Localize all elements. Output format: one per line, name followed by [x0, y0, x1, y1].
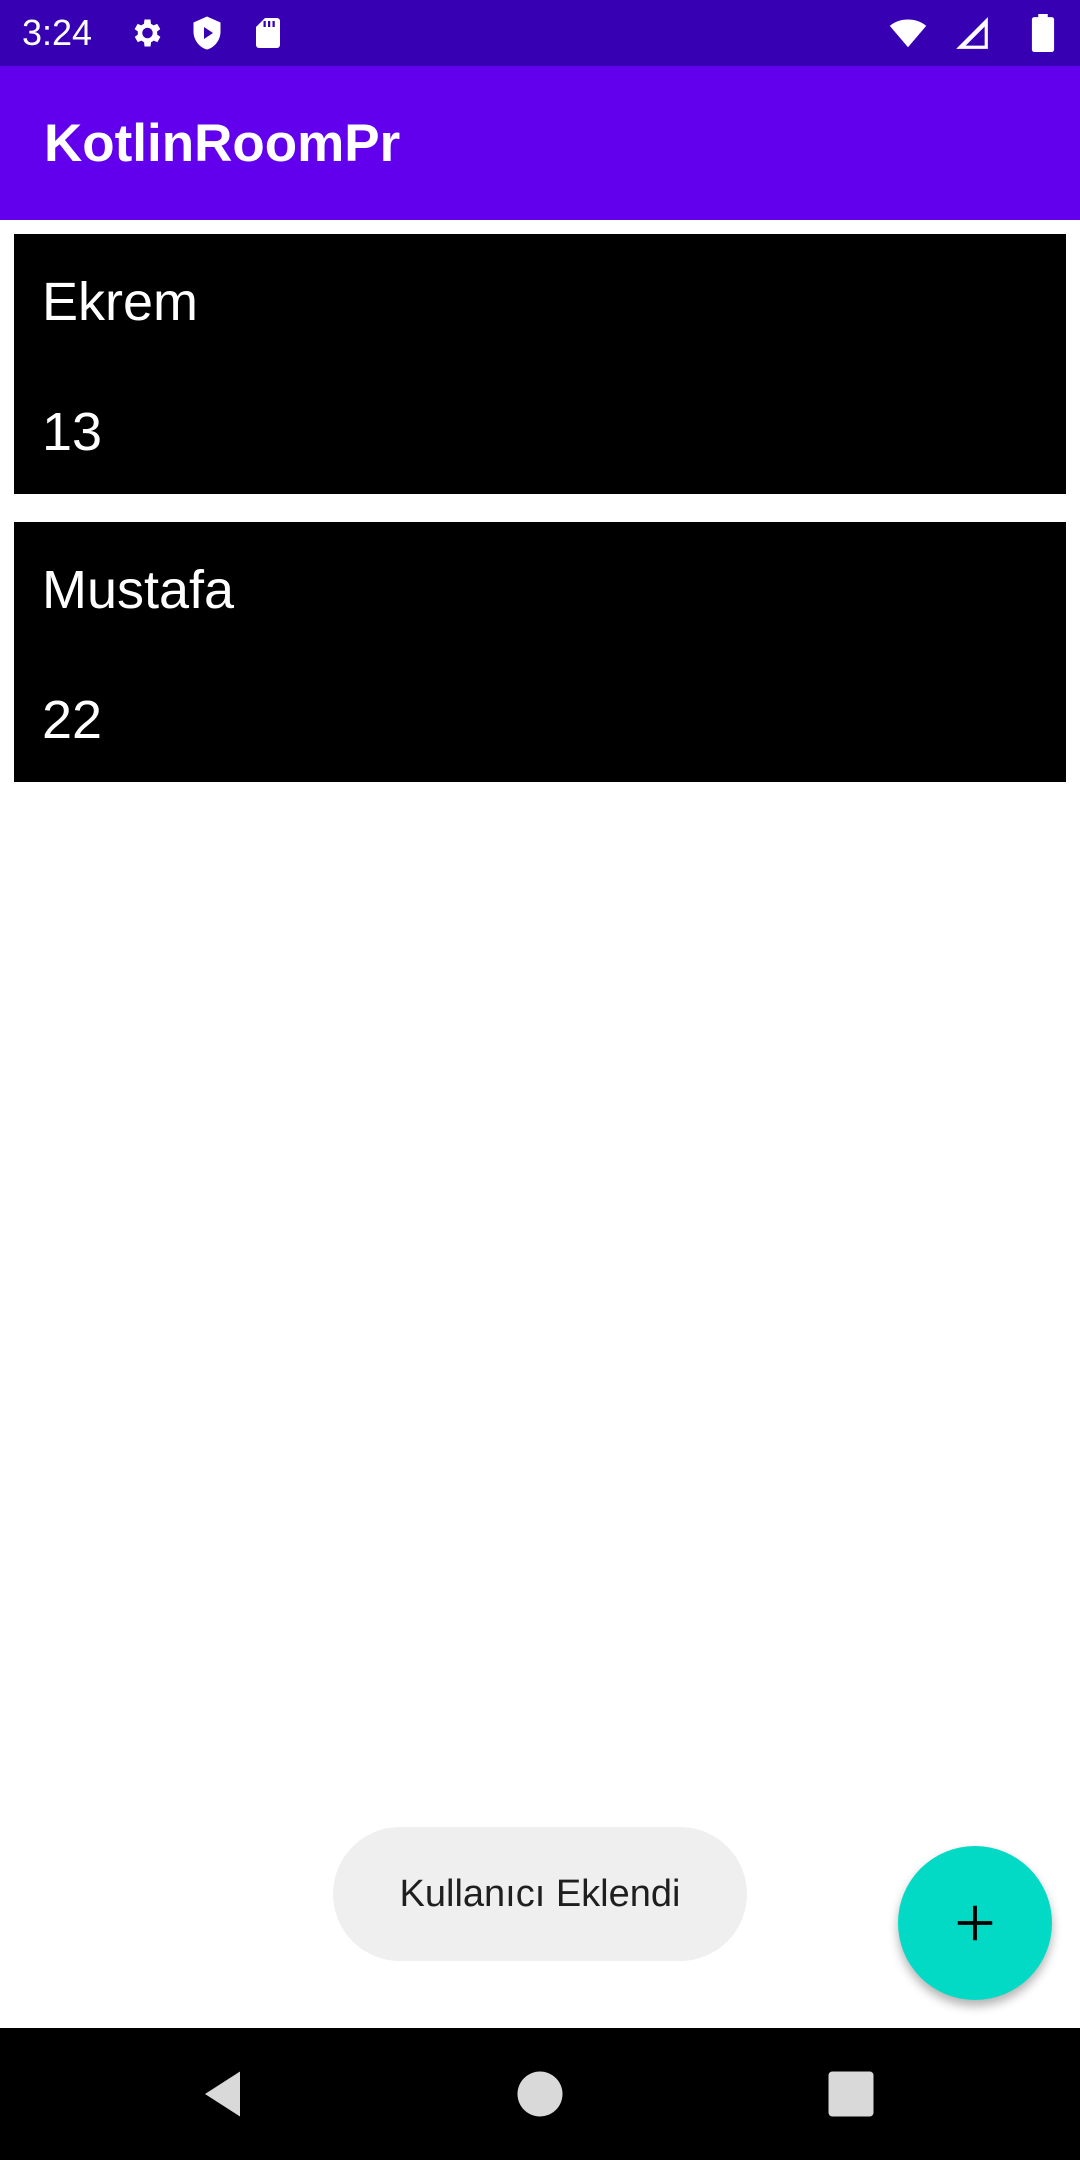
status-bar: 3:24	[0, 0, 1080, 66]
signal-icon	[956, 17, 988, 49]
user-age: 13	[42, 402, 103, 462]
app-bar: KotlinRoomPr	[0, 66, 1080, 220]
shield-play-icon	[193, 16, 221, 50]
user-name: Mustafa	[42, 560, 235, 620]
user-age: 22	[42, 690, 103, 750]
back-icon[interactable]	[195, 2064, 255, 2124]
screen: 3:24 KotlinRoomPr Ekrem 13 Mustafa 22 Ku…	[0, 0, 1080, 2160]
battery-icon	[1031, 14, 1055, 52]
add-user-fab[interactable]	[898, 1846, 1052, 2000]
status-time: 3:24	[22, 12, 93, 53]
user-list: Ekrem 13 Mustafa 22	[14, 234, 1066, 810]
user-name: Ekrem	[42, 272, 199, 332]
user-card[interactable]: Mustafa 22	[14, 522, 1066, 782]
gear-icon	[134, 19, 161, 47]
toast-message: Kullanıcı Eklendi	[333, 1827, 747, 1961]
home-icon[interactable]	[510, 2064, 570, 2124]
wifi-icon	[889, 19, 927, 48]
navigation-bar	[0, 2028, 1080, 2160]
sd-card-icon	[256, 18, 280, 48]
plus-icon	[957, 1905, 993, 1941]
toast-text: Kullanıcı Eklendi	[399, 1872, 681, 1915]
app-title: KotlinRoomPr	[44, 114, 401, 173]
recents-icon[interactable]	[821, 2064, 881, 2124]
user-card[interactable]: Ekrem 13	[14, 234, 1066, 494]
